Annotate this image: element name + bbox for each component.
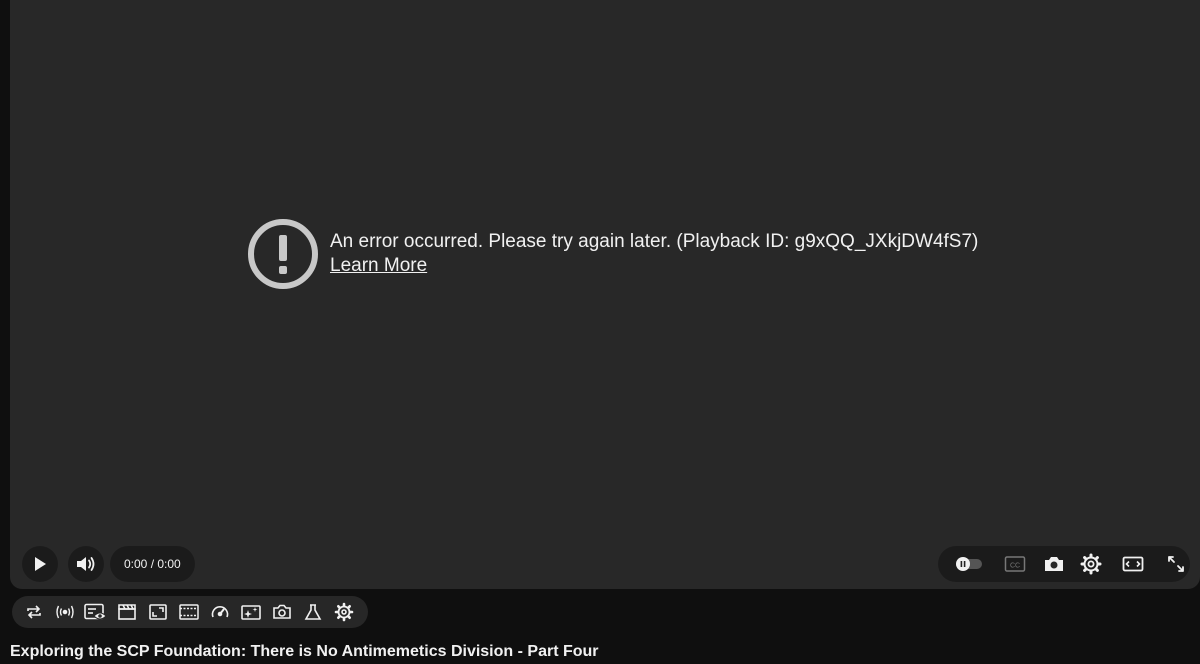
fullscreen-icon [1168,556,1184,572]
svg-text:CC: CC [1010,563,1020,570]
extension-toolbar [12,596,368,628]
watched-eye-icon [83,603,107,620]
sparkle-screen-icon [240,605,261,620]
play-icon [35,557,46,571]
time-display: 0:00 / 0:00 [110,546,195,582]
settings-gear-icon [1080,553,1102,575]
gear-icon [334,602,353,622]
speed-button[interactable] [204,596,235,628]
settings-button[interactable] [1074,546,1108,582]
autoplay-toggle[interactable] [950,546,990,582]
picture-in-picture-icon [148,604,167,620]
volume-button[interactable] [68,546,104,582]
closed-captions-icon: CC [1004,556,1026,572]
broadcast-icon [55,605,74,619]
video-player[interactable]: An error occurred. Please try again late… [10,0,1200,589]
watched-button[interactable] [80,596,111,628]
error-text: An error occurred. Please try again late… [330,231,979,252]
error-message: An error occurred. Please try again late… [330,230,978,278]
loop-button[interactable] [18,596,49,628]
flask-button[interactable] [297,596,328,628]
captions-button[interactable]: CC [998,546,1032,582]
flask-icon [304,604,321,620]
camera-icon [272,604,291,619]
autoplay-toggle-icon [956,557,982,571]
sparkle-screen-button[interactable] [235,596,266,628]
volume-icon [77,557,95,571]
speedometer-icon [211,606,228,618]
camera-button[interactable] [266,596,297,628]
screenshot-camera-icon [1045,557,1063,571]
clapperboard-button[interactable] [111,596,142,628]
filmstrip-button[interactable] [173,596,204,628]
picture-in-picture-button[interactable] [142,596,173,628]
filmstrip-icon [178,604,199,620]
fullscreen-button[interactable] [1159,546,1193,582]
learn-more-link[interactable]: Learn More [330,254,427,278]
theater-mode-button[interactable] [1116,546,1150,582]
theater-mode-icon [1122,556,1144,572]
right-controls: CC [938,546,1190,582]
loop-icon [26,605,41,619]
gear-button[interactable] [328,596,359,628]
clapperboard-icon [117,604,136,620]
broadcast-button[interactable] [49,596,80,628]
play-button[interactable] [22,546,58,582]
screenshot-button[interactable] [1037,546,1071,582]
error-exclamation-icon [248,219,318,289]
video-title: Exploring the SCP Foundation: There is N… [10,643,599,660]
